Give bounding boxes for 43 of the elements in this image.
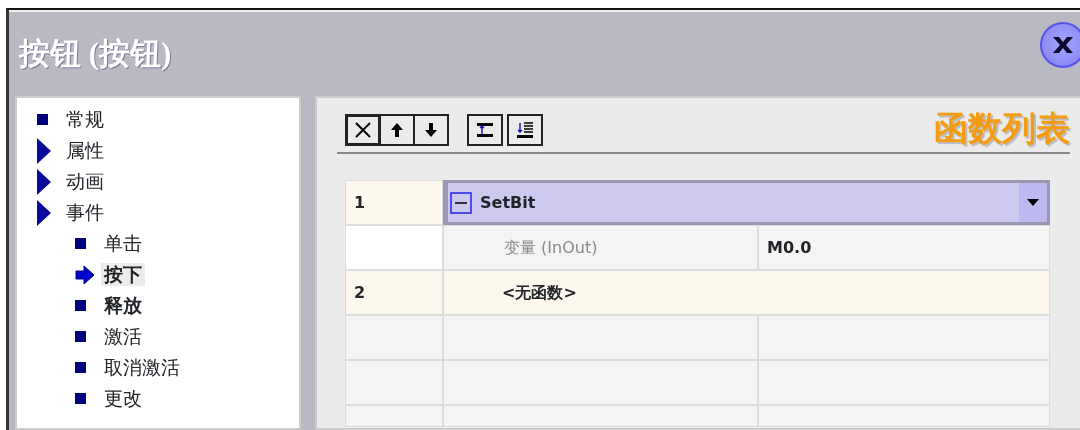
insert-button[interactable] — [467, 114, 503, 146]
tree-item[interactable]: 按下 — [101, 263, 145, 286]
tree-item[interactable]: 单击 — [101, 232, 145, 255]
function-name: <无函数> — [502, 281, 577, 304]
tree-item[interactable]: 释放 — [101, 294, 145, 317]
list-button[interactable] — [507, 114, 543, 146]
function-cell[interactable]: <无函数> — [443, 270, 1050, 315]
caret-icon — [1027, 199, 1039, 206]
function-cell[interactable]: SetBit — [443, 180, 1050, 225]
collapse-icon[interactable] — [450, 191, 472, 214]
function-name: SetBit — [480, 191, 536, 214]
close-button[interactable] — [1040, 22, 1080, 68]
dropdown-button[interactable] — [1019, 183, 1047, 222]
tree-item[interactable]: 事件 — [63, 201, 107, 224]
tree-item[interactable]: 激活 — [101, 325, 145, 348]
tree-item[interactable]: 取消激活 — [101, 356, 183, 379]
bullet-icon — [75, 393, 86, 404]
tree-item[interactable]: 动画 — [63, 170, 107, 193]
window-title: 按钮 (按钮) — [19, 34, 172, 73]
bullet-icon — [75, 331, 86, 342]
cross-icon — [353, 120, 373, 140]
arrow-icon — [75, 264, 95, 285]
bullet-icon — [75, 362, 86, 373]
move-down-button[interactable] — [413, 114, 449, 146]
expand-icon[interactable] — [37, 168, 51, 195]
close-icon — [1050, 35, 1076, 55]
row-number: 2 — [354, 281, 366, 304]
expand-icon[interactable] — [37, 199, 51, 226]
move-up-button[interactable] — [379, 114, 415, 146]
row-number: 1 — [354, 191, 366, 214]
bullet-icon — [75, 300, 86, 311]
bullet-icon — [37, 114, 48, 125]
tree-item[interactable]: 更改 — [101, 387, 145, 410]
delete-button[interactable] — [345, 114, 381, 146]
tree-item[interactable]: 属性 — [63, 139, 107, 162]
list-icon — [515, 120, 535, 140]
bullet-icon — [75, 238, 86, 249]
insert-icon — [475, 120, 495, 140]
parameter-name: 变量 (InOut) — [503, 236, 598, 259]
panel-heading: 函数列表 — [934, 112, 1070, 146]
parameter-value[interactable]: M0.0 — [767, 235, 812, 260]
expand-icon[interactable] — [37, 137, 51, 164]
tree-item[interactable]: 常规 — [63, 108, 107, 131]
